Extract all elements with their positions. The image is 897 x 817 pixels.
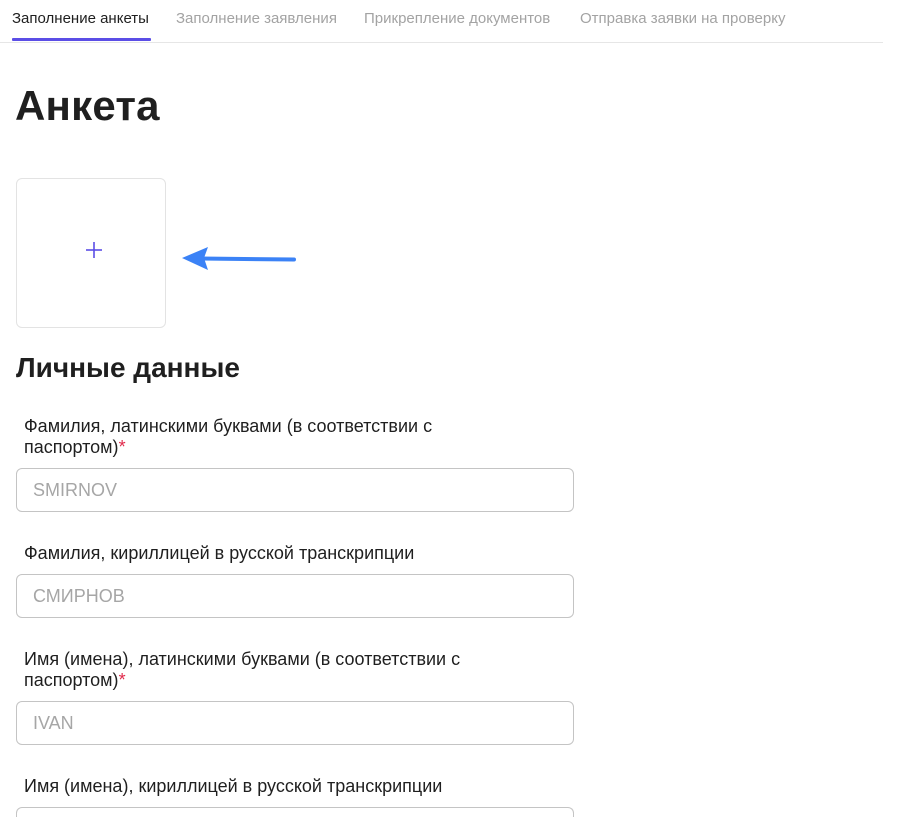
photo-upload-button[interactable] bbox=[16, 178, 166, 328]
tab-submit-review[interactable]: Отправка заявки на проверку bbox=[580, 10, 785, 27]
page-title: Анкета bbox=[15, 82, 160, 129]
name-cyrillic-label-text: Имя (имена), кириллицей в русской транск… bbox=[24, 776, 443, 796]
surname-cyrillic-label: Фамилия, кириллицей в русской транскрипц… bbox=[24, 543, 494, 564]
arrow-left-icon bbox=[182, 247, 296, 270]
tab-application[interactable]: Заполнение заявления bbox=[176, 10, 337, 27]
tab-documents[interactable]: Прикрепление документов bbox=[364, 10, 550, 27]
name-cyrillic-input[interactable] bbox=[16, 807, 574, 817]
section-title-personal-data: Личные данные bbox=[16, 352, 240, 383]
surname-cyrillic-input[interactable] bbox=[16, 574, 574, 618]
surname-latin-label-text: Фамилия, латинскими буквами (в соответст… bbox=[24, 416, 433, 457]
plus-icon bbox=[86, 242, 102, 258]
surname-latin-input[interactable] bbox=[16, 468, 574, 512]
surname-latin-label: Фамилия, латинскими буквами (в соответст… bbox=[24, 416, 494, 458]
surname-cyrillic-label-text: Фамилия, кириллицей в русской транскрипц… bbox=[24, 543, 415, 563]
name-latin-label-text: Имя (имена), латинскими буквами (в соотв… bbox=[24, 649, 461, 690]
progress-tabs: Заполнение анкеты Заполнение заявления П… bbox=[0, 0, 883, 43]
name-latin-input[interactable] bbox=[16, 701, 574, 745]
name-latin-label: Имя (имена), латинскими буквами (в соотв… bbox=[24, 649, 494, 691]
required-star: * bbox=[118, 437, 126, 457]
required-star: * bbox=[118, 670, 126, 690]
name-cyrillic-label: Имя (имена), кириллицей в русской транск… bbox=[24, 776, 494, 797]
active-tab-indicator bbox=[12, 38, 151, 41]
tab-questionnaire[interactable]: Заполнение анкеты bbox=[12, 10, 149, 27]
